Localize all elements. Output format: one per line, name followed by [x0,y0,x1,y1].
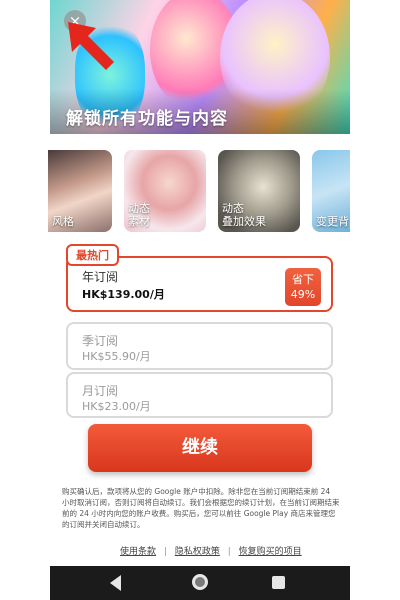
most-popular-badge: 最热门 [66,244,119,266]
arrow-annotation-icon [68,22,114,70]
feature-card[interactable]: 风格 [48,150,112,232]
back-triangle-icon[interactable] [110,575,121,591]
feature-carousel[interactable]: 风格 动态 素材 动态 叠加效果 变更背 [0,150,350,232]
quarterly-plan-option[interactable]: 季订阅 HK$55.90/月 [66,322,333,370]
system-navigation-bar [50,566,350,600]
subscription-terms-text: 购买确认后，款项将从您的 Google 账户中扣除。除非您在当前订阅期结束前 2… [62,487,340,529]
feature-card[interactable]: 动态 叠加效果 [218,150,300,232]
hero-title: 解锁所有功能与内容 [66,109,228,129]
plan-price: HK$55.90/月 [82,350,151,363]
feature-label: 动态 叠加效果 [222,202,266,228]
restore-purchases-link[interactable]: 恢复购买的项目 [239,547,302,557]
savings-percent: 49% [290,288,316,301]
feature-label: 变更背 [316,215,349,228]
link-separator: | [163,547,167,557]
plan-name: 月订阅 [82,384,119,398]
feature-label: 风格 [52,215,74,228]
plan-price: HK$23.00/月 [82,400,151,413]
continue-button[interactable]: 继续 [88,424,312,472]
feature-label: 动态 素材 [128,202,150,228]
footer-links: 使用条款 | 隐私权政策 | 恢复购买的项目 [120,544,320,557]
plan-price: HK$139.00/月 [82,288,165,301]
plan-name: 年订阅 [82,270,119,284]
plan-name: 季订阅 [82,334,119,348]
feature-card[interactable]: 动态 素材 [124,150,206,232]
savings-label: 省下 [292,273,314,286]
home-circle-icon[interactable] [192,574,208,590]
terms-of-use-link[interactable]: 使用条款 [120,547,156,557]
link-separator: | [227,547,231,557]
monthly-plan-option[interactable]: 月订阅 HK$23.00/月 [66,372,333,418]
savings-badge: 省下 49% [285,268,321,306]
recent-apps-square-icon[interactable] [272,576,285,589]
feature-card[interactable]: 变更背 [312,150,350,232]
privacy-policy-link[interactable]: 隐私权政策 [175,547,220,557]
